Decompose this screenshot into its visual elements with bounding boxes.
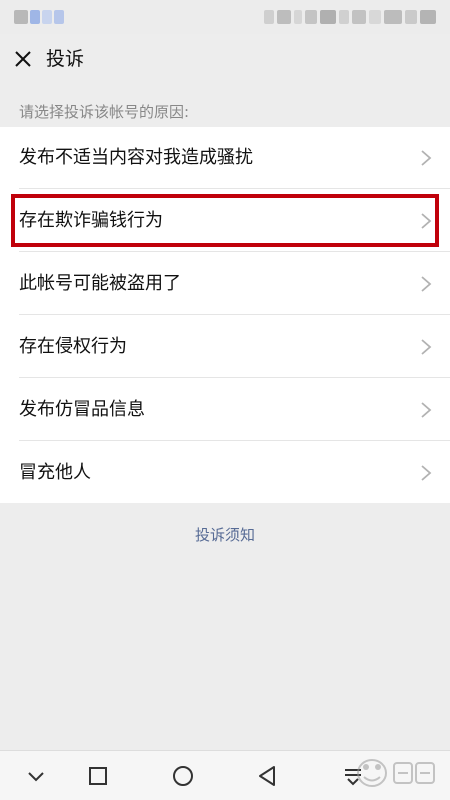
close-icon	[15, 51, 31, 67]
watermark-logo	[357, 759, 435, 787]
reason-item-infringement[interactable]: 存在侵权行为	[0, 316, 450, 378]
status-left-indicators	[14, 9, 70, 25]
reason-prompt: 请选择投诉该帐号的原因:	[19, 103, 190, 121]
close-button[interactable]	[10, 46, 36, 72]
reason-label: 此帐号可能被盗用了	[19, 273, 181, 294]
row-divider	[19, 377, 450, 378]
page-title: 投诉	[46, 48, 85, 70]
status-right-indicators	[216, 9, 436, 25]
reason-item-counterfeit[interactable]: 发布仿冒品信息	[0, 379, 450, 441]
chevron-right-icon	[421, 339, 432, 355]
reason-list: 发布不适当内容对我造成骚扰 存在欺诈骗钱行为 此帐号可能被盗用了 存在侵权行为 …	[0, 127, 450, 503]
chevron-down-icon[interactable]	[23, 763, 49, 789]
chevron-right-icon	[421, 402, 432, 418]
reason-label: 发布仿冒品信息	[19, 399, 145, 420]
reason-label: 发布不适当内容对我造成骚扰	[19, 147, 253, 168]
square-icon[interactable]	[85, 763, 111, 789]
highlight-box	[11, 194, 439, 247]
reason-item-impersonation[interactable]: 冒充他人	[0, 442, 450, 504]
row-divider	[19, 251, 450, 252]
row-divider	[19, 314, 450, 315]
reason-label: 冒充他人	[19, 462, 91, 483]
reason-item-stolen[interactable]: 此帐号可能被盗用了	[0, 253, 450, 315]
complaint-notice-link[interactable]: 投诉须知	[0, 524, 450, 546]
app-header: 投诉	[0, 34, 450, 84]
reason-label: 存在侵权行为	[19, 336, 127, 357]
status-bar	[0, 0, 450, 34]
chevron-right-icon	[421, 276, 432, 292]
triangle-back-icon[interactable]	[255, 763, 281, 789]
circle-icon[interactable]	[170, 763, 196, 789]
row-divider	[19, 188, 450, 189]
row-divider	[19, 440, 450, 441]
chevron-right-icon	[421, 465, 432, 481]
reason-item-harassment[interactable]: 发布不适当内容对我造成骚扰	[0, 127, 450, 189]
chevron-right-icon	[421, 150, 432, 166]
